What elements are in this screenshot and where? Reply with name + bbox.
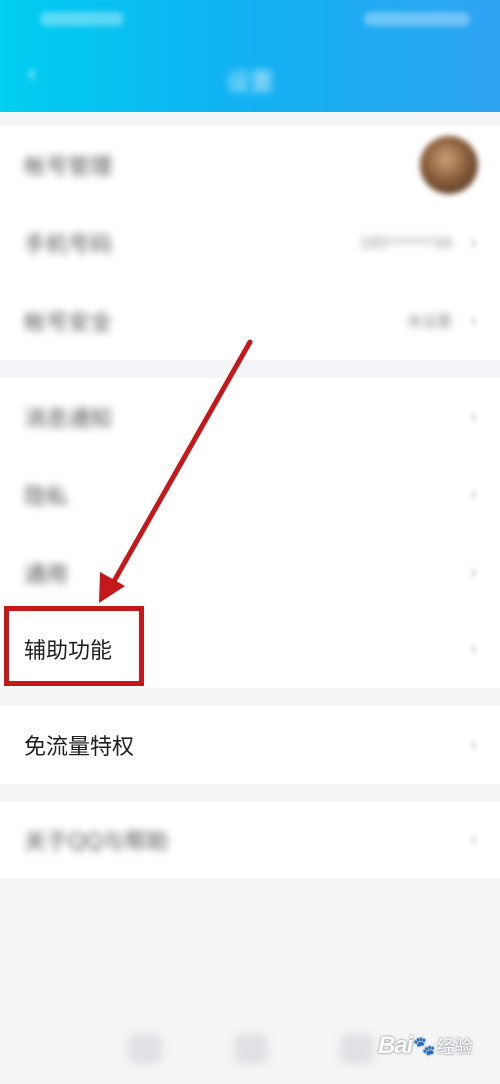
settings-row-privacy[interactable]: 隐私 › <box>0 456 500 534</box>
chevron-right-icon: › <box>469 732 478 758</box>
settings-row-notifications[interactable]: 消息通知 › <box>0 378 500 456</box>
row-label: 手机号码 <box>24 233 113 258</box>
chevron-right-icon: › <box>469 827 478 853</box>
tab-icon[interactable] <box>234 1034 268 1064</box>
chevron-right-icon: › <box>469 230 478 256</box>
row-label: 帐号安全 <box>24 311 113 336</box>
chevron-right-icon: › <box>469 482 478 508</box>
settings-row-about[interactable]: 关于QQ与帮助 › <box>0 802 500 878</box>
status-bar <box>0 0 500 40</box>
page-title: 设置 <box>226 68 274 96</box>
chevron-right-icon: › <box>469 560 478 586</box>
chevron-right-icon: › <box>469 636 478 662</box>
paw-icon: 🐾 <box>413 1035 436 1056</box>
row-label: 通用 <box>24 563 69 588</box>
row-label: 隐私 <box>24 485 69 510</box>
settings-row-account-security[interactable]: 帐号安全 未设置 › <box>0 282 500 360</box>
watermark-sub: 经验 <box>436 1037 473 1057</box>
row-label: 关于QQ与帮助 <box>24 830 169 855</box>
tab-icon[interactable] <box>128 1034 162 1064</box>
account-security-value: 未设置 <box>406 312 452 331</box>
chevron-right-icon: › <box>469 404 478 430</box>
row-label: 帐号管理 <box>24 155 113 180</box>
status-time <box>40 12 124 26</box>
phone-number-value: 185******34 <box>359 234 452 252</box>
tab-icon[interactable] <box>340 1034 374 1064</box>
settings-row-free-data[interactable]: 免流量特权 › <box>0 706 500 784</box>
data-plan-group: 免流量特权 › <box>0 706 500 784</box>
avatar[interactable] <box>420 136 478 194</box>
about-group: 关于QQ与帮助 › <box>0 802 500 878</box>
settings-row-general[interactable]: 通用 › <box>0 534 500 612</box>
row-label: 消息通知 <box>24 407 113 432</box>
chevron-right-icon: › <box>469 308 478 334</box>
header-bar: ‹ 设置 <box>0 40 500 112</box>
row-label: 免流量特权 <box>24 735 135 760</box>
watermark-brand: Bai <box>378 1032 413 1059</box>
annotation-highlight-box <box>4 606 144 686</box>
settings-row-phone-number[interactable]: 手机号码 185******34 › <box>0 204 500 282</box>
baidu-jingyan-watermark: Bai 🐾 经验 <box>378 1026 490 1066</box>
status-icons <box>364 12 470 26</box>
